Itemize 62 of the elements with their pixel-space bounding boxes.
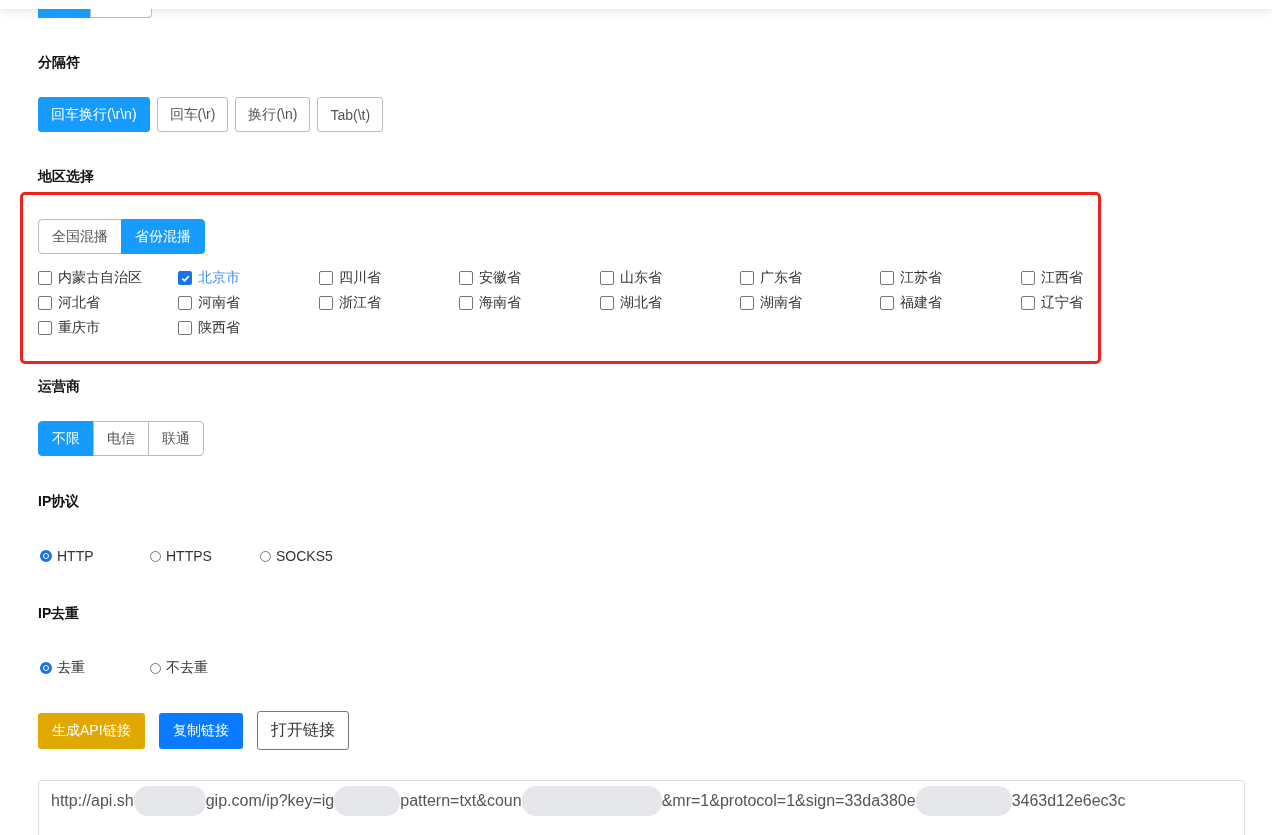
toggle-segment[interactable]	[38, 9, 90, 18]
province-label[interactable]: 四川省	[338, 269, 381, 287]
checkbox[interactable]	[739, 296, 754, 310]
mode-tab[interactable]: 全国混播	[38, 219, 122, 254]
checkbox[interactable]	[459, 271, 474, 285]
action-button[interactable]: 复制链接	[158, 712, 243, 749]
section-title: 地区选择	[38, 168, 95, 184]
province-label[interactable]: 河南省	[198, 294, 241, 312]
province-label[interactable]: 浙江省	[338, 294, 381, 312]
section-title: 分隔符	[38, 54, 81, 70]
radio-label[interactable]: SOCKS5	[276, 548, 333, 564]
radio-label[interactable]: 去重	[57, 659, 85, 677]
province-label[interactable]: 山东省	[619, 269, 662, 287]
radio-button[interactable]	[150, 550, 161, 562]
province-label[interactable]: 湖北省	[619, 294, 662, 312]
radio-label[interactable]: HTTPS	[166, 548, 212, 564]
toggle-segment[interactable]	[90, 9, 152, 18]
checkbox[interactable]	[318, 271, 333, 285]
radio-button[interactable]	[40, 550, 52, 562]
province-label[interactable]: 安徽省	[479, 269, 522, 287]
checkbox[interactable]	[38, 271, 52, 285]
separator-option[interactable]: Tab(\t)	[317, 97, 384, 132]
url-field[interactable]: http://api.sh gip.com/ip?key=ig pattern=txt&coun &mr=1&protocol=1&sign=33da380e 3463d12e6ec3c	[38, 780, 1245, 835]
radio-button[interactable]	[260, 550, 271, 562]
checkbox[interactable]	[1020, 296, 1035, 310]
province-label[interactable]: 海南省	[479, 294, 522, 312]
province-label[interactable]: 江苏省	[900, 269, 943, 287]
section-title: 运营商	[38, 378, 81, 394]
province-label[interactable]: 湖南省	[759, 294, 802, 312]
checkbox[interactable]	[599, 271, 614, 285]
checkbox[interactable]	[459, 296, 474, 310]
checkbox[interactable]	[178, 321, 193, 335]
carrier-option[interactable]: 联通	[148, 421, 204, 456]
province-label[interactable]: 辽宁省	[1040, 294, 1083, 312]
section-title: IP去重	[38, 605, 81, 621]
checkbox[interactable]	[880, 296, 895, 310]
radio-button[interactable]	[150, 662, 161, 674]
checkbox[interactable]	[38, 321, 52, 335]
carrier-option[interactable]: 电信	[93, 421, 149, 456]
separator-option[interactable]: 换行(\n)	[235, 97, 311, 132]
blurred-area	[334, 786, 401, 816]
checkbox[interactable]	[178, 296, 193, 310]
checkbox[interactable]	[318, 296, 333, 310]
checkbox[interactable]	[880, 271, 895, 285]
checkbox[interactable]	[38, 296, 52, 310]
checkbox[interactable]	[178, 271, 193, 285]
checkbox[interactable]	[739, 271, 754, 285]
province-label[interactable]: 河北省	[58, 294, 100, 312]
section-title: IP协议	[38, 493, 81, 509]
province-label[interactable]: 陕西省	[198, 319, 241, 337]
radio-label[interactable]: 不去重	[166, 659, 208, 677]
radio-label[interactable]: HTTP	[57, 548, 94, 564]
province-label[interactable]: 福建省	[900, 294, 943, 312]
province-label[interactable]: 重庆市	[58, 319, 100, 337]
separator-option[interactable]: 回车(\r)	[156, 97, 229, 132]
province-label[interactable]: 内蒙古自治区	[58, 269, 142, 287]
province-label[interactable]: 广东省	[759, 269, 802, 287]
checkbox[interactable]	[599, 296, 614, 310]
radio-button[interactable]	[40, 662, 52, 674]
province-label[interactable]: 江西省	[1040, 269, 1083, 287]
checkbox[interactable]	[1020, 271, 1035, 285]
action-button[interactable]: 打开链接	[256, 711, 349, 750]
